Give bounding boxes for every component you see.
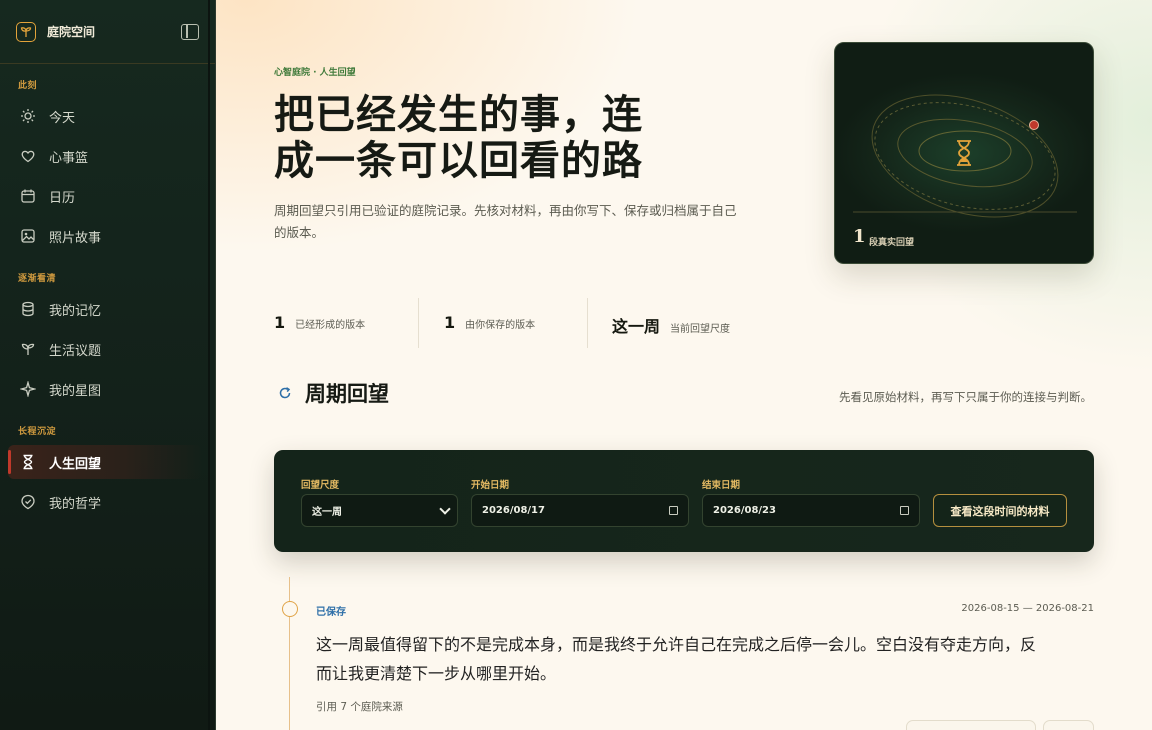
section-title: 周期回望 (305, 381, 389, 406)
sidebar-item-label: 我的星图 (49, 383, 102, 399)
brand-name: 庭院空间 (47, 25, 96, 39)
entry-sources[interactable]: 引用 7 个庭院来源 (316, 699, 403, 714)
scale-select[interactable]: 这一周 (301, 494, 458, 527)
view-materials-button[interactable]: 查看这段时间的材料 (933, 494, 1067, 527)
page-description: 周期回望只引用已验证的庭院记录。先核对材料，再由你写下、保存或归档属于自己的版本… (274, 203, 737, 240)
sidebar-item-philosophy[interactable]: 我的哲学 (8, 485, 202, 519)
sidebar-scrollbar[interactable] (208, 0, 210, 730)
scale-select-value: 这一周 (312, 507, 342, 518)
sidebar-item-label: 照片故事 (49, 230, 102, 246)
sun-icon (20, 108, 36, 124)
page-title: 把已经发生的事，连 成一条可以回看的路 (274, 92, 694, 184)
heart-icon (20, 148, 36, 164)
stat-value: 这一周 (612, 317, 661, 336)
sparkle-icon (20, 381, 36, 397)
section-label-clarify: 逐渐看清 (18, 274, 57, 284)
sidebar-item-label: 我的记忆 (49, 303, 102, 319)
sidebar-item-worries[interactable]: 心事篮 (8, 139, 202, 173)
scale-label: 回望尺度 (301, 480, 340, 491)
sidebar-item-label: 生活议题 (49, 343, 102, 359)
status-badge: 已保存 (316, 607, 346, 618)
stat-label: 由你保存的版本 (465, 320, 536, 331)
page-title-line: 把已经发生的事，连 (274, 91, 643, 138)
sidebar-item-photo-stories[interactable]: 照片故事 (8, 219, 202, 253)
review-count: 1 (853, 226, 866, 247)
refresh-icon[interactable] (278, 385, 292, 404)
timeline-line (289, 577, 290, 730)
start-date-value: 2026/08/17 (482, 505, 545, 516)
start-date-input[interactable]: 2026/08/17 (471, 494, 689, 527)
section-hint: 先看见原始材料，再写下只属于你的连接与判断。 (839, 390, 1092, 404)
hourglass-icon (957, 140, 971, 166)
sidebar-item-label: 人生回望 (49, 456, 102, 472)
sidebar-item-label: 心事篮 (49, 150, 89, 166)
section-label-now: 此刻 (18, 81, 38, 91)
sidebar-item-memories[interactable]: 我的记忆 (8, 292, 202, 326)
stat-value: 1 (444, 313, 456, 332)
sidebar-item-life-review[interactable]: 人生回望 (8, 445, 202, 479)
hourglass-icon (20, 454, 36, 470)
badge-check-icon (20, 494, 36, 510)
sidebar-item-label: 我的哲学 (49, 496, 102, 512)
sidebar-toggle-icon[interactable] (181, 24, 199, 40)
sidebar-item-life-topics[interactable]: 生活议题 (8, 332, 202, 366)
stat-current-scale: 这一周 当前回望尺度 (612, 313, 730, 337)
stat-saved-versions: 1 由你保存的版本 (444, 313, 535, 332)
orbit-illustration (853, 94, 1077, 218)
stat-formed-versions: 1 已经形成的版本 (274, 313, 365, 332)
section-label-long-term: 长程沉淀 (18, 427, 57, 437)
sidebar-item-label: 日历 (49, 190, 76, 206)
database-icon (20, 301, 36, 317)
end-date-input[interactable]: 2026/08/23 (702, 494, 920, 527)
entry-text: 这一周最值得留下的不是完成本身，而是我终于允许自己在完成之后停一会儿。空白没有夺… (316, 635, 1037, 683)
stat-value: 1 (274, 313, 286, 332)
divider (418, 298, 419, 348)
sidebar-item-calendar[interactable]: 日历 (8, 179, 202, 213)
calendar-icon[interactable] (669, 506, 678, 515)
sidebar-item-star-map[interactable]: 我的星图 (8, 372, 202, 406)
sidebar: 庭院空间 此刻 今天 心事篮 日历 照片故事 逐渐看清 我的记忆 生活议题 我的… (0, 0, 216, 730)
main-content: 心智庭院 · 人生回望 把已经发生的事，连 成一条可以回看的路 周期回望只引用已… (216, 0, 1152, 730)
entry-action-button[interactable] (906, 720, 1036, 730)
breadcrumb: 心智庭院 · 人生回望 (274, 68, 356, 78)
timeline-dot (282, 601, 298, 617)
entry-more-button[interactable] (1043, 720, 1094, 730)
sprout-logo-icon (16, 21, 36, 42)
divider (587, 298, 588, 348)
sidebar-item-today[interactable]: 今天 (8, 99, 202, 133)
chevron-down-icon (439, 503, 451, 515)
entry-date-range: 2026-08-15 — 2026-08-21 (961, 603, 1094, 614)
end-date-value: 2026/08/23 (713, 505, 776, 516)
review-count-label: 段真实回望 (869, 238, 915, 248)
sprout-icon (20, 341, 36, 357)
filter-panel: 回望尺度 这一周 开始日期 2026/08/17 结束日期 2026/08/23… (274, 450, 1094, 552)
stat-label: 已经形成的版本 (295, 320, 366, 331)
image-icon (20, 228, 36, 244)
page-title-line: 成一条可以回看的路 (274, 137, 643, 184)
calendar-icon[interactable] (900, 506, 909, 515)
sidebar-item-label: 今天 (49, 110, 76, 126)
review-summary-card: 1 段真实回望 (834, 42, 1094, 264)
start-date-label: 开始日期 (471, 480, 510, 491)
stat-label: 当前回望尺度 (670, 324, 731, 335)
end-date-label: 结束日期 (702, 480, 741, 491)
calendar-icon (20, 188, 36, 204)
